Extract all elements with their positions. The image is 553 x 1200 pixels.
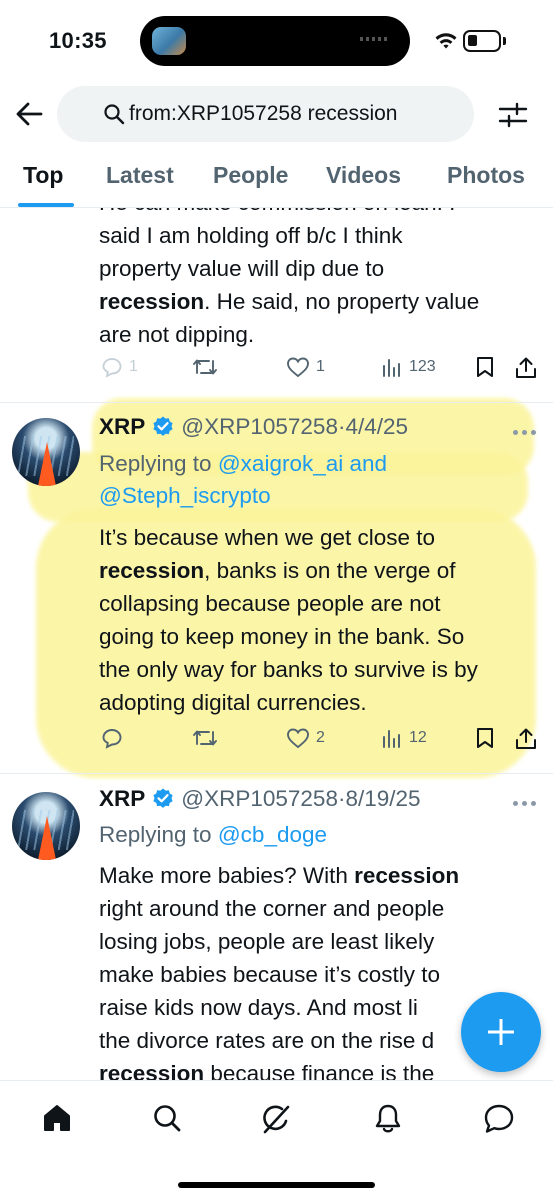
like-button[interactable]: 2 [286, 727, 325, 749]
status-time: 10:35 [49, 28, 107, 53]
tweet-date[interactable]: 8/19/25 [345, 786, 420, 812]
more-options-icon[interactable] [513, 430, 537, 436]
dynamic-island [140, 16, 410, 66]
reply-button[interactable] [101, 727, 123, 749]
home-indicator [178, 1182, 375, 1188]
mention-link[interactable]: @cb_doge [218, 822, 327, 847]
bookmark-icon[interactable] [475, 356, 495, 378]
reply-icon [102, 729, 122, 749]
mention-link[interactable]: @Steph_iscrypto [99, 483, 271, 508]
tweet-header: XRP @XRP1057258 · 4/4/25 [99, 414, 409, 440]
search-icon [104, 104, 125, 125]
tab-people[interactable]: People [213, 162, 288, 189]
share-icon[interactable] [514, 356, 538, 380]
wifi-icon [435, 33, 457, 49]
views-icon [383, 730, 400, 748]
tab-top[interactable]: Top [23, 162, 63, 189]
retweet-icon [193, 359, 217, 375]
tweet-text: Make more babies? With recession right a… [99, 863, 460, 1080]
active-tab-indicator [18, 203, 74, 207]
more-options-icon[interactable] [513, 801, 537, 807]
search-icon[interactable] [152, 1103, 182, 1133]
views-icon [383, 359, 400, 377]
reply-button[interactable]: 1 [101, 356, 138, 378]
search-tabs: Top Latest People Videos Photos [0, 148, 553, 208]
tweet-date[interactable]: 4/4/25 [345, 414, 408, 440]
grok-icon[interactable] [260, 1103, 292, 1135]
battery-tip [503, 37, 506, 45]
tab-latest[interactable]: Latest [106, 162, 174, 189]
tab-photos[interactable]: Photos [447, 162, 525, 189]
search-field[interactable]: from:XRP1057258 recession [57, 86, 474, 142]
compose-post-button[interactable] [461, 992, 541, 1072]
retweet-button[interactable] [192, 727, 218, 749]
retweet-button[interactable] [192, 356, 218, 378]
verified-badge-icon [153, 788, 173, 808]
tweet-actions: 1 1 123 [0, 356, 553, 386]
user-handle[interactable]: @XRP1057258 [181, 414, 338, 440]
home-icon[interactable] [42, 1103, 72, 1133]
tweet-header: XRP @XRP1057258 · 8/19/25 [99, 786, 421, 812]
display-name[interactable]: XRP [99, 786, 145, 812]
heart-icon [287, 728, 309, 749]
status-bar: 10:35 [0, 0, 553, 84]
replying-to: Replying to @cb_doge [99, 822, 328, 847]
views-count[interactable]: 123 [381, 356, 436, 378]
heart-icon [287, 357, 309, 378]
tweet-divider [0, 402, 553, 403]
tweet-text: It’s because when we get close to recess… [99, 525, 478, 715]
search-query: from:XRP1057258 recession [129, 102, 398, 125]
messages-icon[interactable] [483, 1103, 515, 1135]
live-activity-indicator [360, 37, 390, 41]
share-icon[interactable] [514, 727, 538, 751]
replying-to: Replying to @xaigrok_ai and @Steph_iscry… [99, 451, 388, 508]
battery-icon [463, 30, 501, 52]
notifications-icon[interactable] [373, 1103, 403, 1135]
tweet-actions: 2 12 [0, 727, 553, 757]
verified-badge-icon [153, 416, 173, 436]
retweet-icon [193, 730, 217, 746]
avatar[interactable] [12, 418, 80, 486]
tab-videos[interactable]: Videos [326, 162, 401, 189]
bookmark-icon[interactable] [475, 727, 495, 749]
search-results-feed[interactable]: He can make commission on loan. I said I… [0, 208, 553, 1080]
user-handle[interactable]: @XRP1057258 [181, 786, 338, 812]
display-name[interactable]: XRP [99, 414, 145, 440]
avatar[interactable] [12, 792, 80, 860]
live-activity-thumbnail [152, 27, 186, 55]
tweet-text: He can make commission on loan. I said I… [99, 208, 480, 347]
search-filter-icon[interactable] [498, 100, 528, 130]
tweet-divider [0, 773, 553, 774]
back-arrow-icon[interactable] [14, 96, 44, 132]
mention-link[interactable]: @xaigrok_ai [218, 451, 343, 476]
like-button[interactable]: 1 [286, 356, 325, 378]
views-count[interactable]: 12 [381, 727, 427, 749]
reply-icon [102, 358, 122, 378]
